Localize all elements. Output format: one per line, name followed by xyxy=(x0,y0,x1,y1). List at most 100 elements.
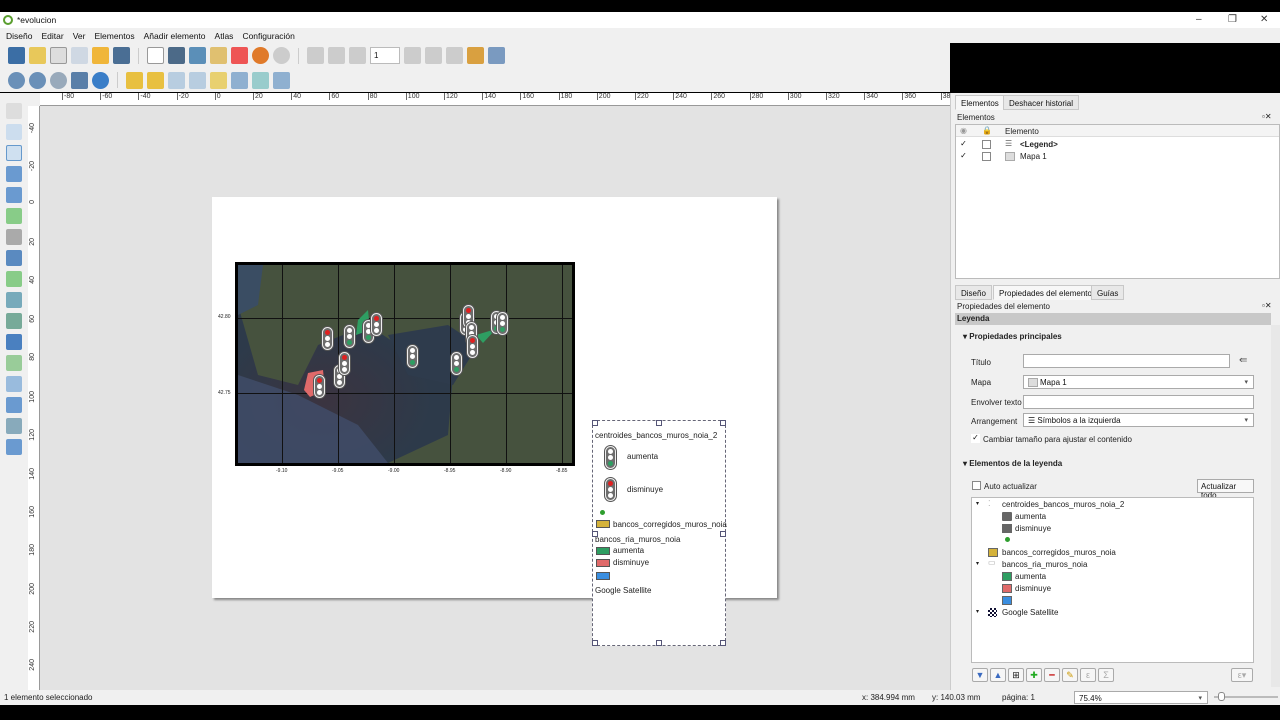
layout-manager-icon[interactable] xyxy=(71,47,88,64)
resize-handle[interactable] xyxy=(592,420,598,426)
menu-diseno[interactable]: Diseño xyxy=(6,31,32,41)
resize-checkbox[interactable]: ✓ xyxy=(971,434,980,443)
menu-configuracion[interactable]: Configuración xyxy=(242,31,294,41)
group-icon[interactable] xyxy=(168,71,185,89)
lock-checkbox[interactable] xyxy=(982,140,991,149)
legend-items-header[interactable]: ▾ Elementos de la leyenda xyxy=(963,459,1062,468)
last-feature-icon[interactable] xyxy=(425,47,442,64)
zoom-out-icon[interactable] xyxy=(29,71,46,89)
expression-button[interactable]: ε xyxy=(1080,668,1096,682)
open-folder-icon[interactable] xyxy=(92,47,109,64)
count-button[interactable]: Σ xyxy=(1098,668,1114,682)
add-scalebar-icon[interactable] xyxy=(6,313,22,329)
restore-button[interactable]: ❐ xyxy=(1228,14,1237,25)
save-icon[interactable] xyxy=(8,47,25,64)
resize-handle[interactable] xyxy=(592,640,598,646)
expand-arrow[interactable]: ▾ xyxy=(976,608,979,615)
auto-update-checkbox[interactable] xyxy=(972,481,981,490)
vertical-ruler[interactable]: -40 -20 0 20 40 60 80 100 120 140 160 180 200 220 240 xyxy=(28,106,40,690)
add-label-icon[interactable] xyxy=(6,271,22,287)
wrap-input[interactable] xyxy=(1023,395,1254,409)
tree-layer[interactable]: Google Satellite xyxy=(1002,608,1058,617)
item-legend[interactable]: <Legend> xyxy=(1020,140,1058,149)
lock-items-icon[interactable] xyxy=(126,71,143,89)
redo-icon[interactable] xyxy=(273,47,290,64)
zoom-in-icon[interactable] xyxy=(8,71,25,89)
next-feature-icon[interactable] xyxy=(404,47,421,64)
add-picture-icon[interactable] xyxy=(6,250,22,266)
legend-tree[interactable]: ▾ ⁚ centroides_bancos_muros_noia_2 aumen… xyxy=(971,497,1254,663)
horizontal-ruler[interactable]: -80 -60 -40 -20 0 20 40 60 80 100 120 140 160 180 200 2… xyxy=(40,93,950,106)
visible-checkbox[interactable]: ✓ xyxy=(959,152,968,161)
filter-button[interactable]: ε▾ xyxy=(1231,668,1253,682)
tree-item[interactable]: aumenta xyxy=(1015,572,1046,581)
export-svg-icon[interactable] xyxy=(210,47,227,64)
menu-elementos[interactable]: Elementos xyxy=(94,31,134,41)
resize-handle[interactable] xyxy=(720,640,726,646)
move-content-icon[interactable] xyxy=(6,166,22,182)
export-image-icon[interactable] xyxy=(189,47,206,64)
tab-guias[interactable]: Guías xyxy=(1091,285,1125,300)
minimize-button[interactable]: – xyxy=(1196,14,1202,25)
add-shape-icon[interactable] xyxy=(6,355,22,371)
lock-checkbox[interactable] xyxy=(982,152,991,161)
add-group-button[interactable]: ⊞ xyxy=(1008,668,1024,682)
zoom-slider-handle[interactable] xyxy=(1218,692,1225,701)
move-up-button[interactable]: ▲ xyxy=(990,668,1006,682)
atlas-preview-icon[interactable] xyxy=(307,47,324,64)
item-mapa-1[interactable]: Mapa 1 xyxy=(1020,152,1047,161)
first-feature-icon[interactable] xyxy=(328,47,345,64)
menu-anadir-elemento[interactable]: Añadir elemento xyxy=(144,31,206,41)
print-atlas-icon[interactable] xyxy=(446,47,463,64)
tree-item[interactable]: disminuye xyxy=(1015,584,1051,593)
tab-diseno[interactable]: Diseño xyxy=(955,285,992,300)
add-table-icon[interactable] xyxy=(6,439,22,455)
add-item-button[interactable]: ✚ xyxy=(1026,668,1042,682)
tree-layer[interactable]: bancos_ria_muros_noia xyxy=(1002,560,1087,569)
tab-deshacer-historial[interactable]: Deshacer historial xyxy=(1003,95,1080,110)
main-props-header[interactable]: ▾ Propiedades principales xyxy=(963,332,1062,341)
resize-handle[interactable] xyxy=(656,640,662,646)
update-all-button[interactable]: Actualizar todo xyxy=(1197,479,1254,500)
close-button[interactable]: ✕ xyxy=(1260,14,1268,25)
add-legend-icon[interactable] xyxy=(6,292,22,308)
add-html-icon[interactable] xyxy=(6,418,22,434)
add-arrow-icon[interactable] xyxy=(6,376,22,392)
select-tool-icon[interactable] xyxy=(6,145,22,161)
add-polygon-icon[interactable] xyxy=(6,397,22,413)
export-atlas-icon[interactable] xyxy=(467,47,484,64)
mapa-select[interactable]: Mapa 1 ▾ xyxy=(1023,375,1254,389)
move-down-button[interactable]: ▼ xyxy=(972,668,988,682)
atlas-settings-icon[interactable] xyxy=(488,47,505,64)
edit-nodes-icon[interactable] xyxy=(6,187,22,203)
resize-handle[interactable] xyxy=(656,420,662,426)
add-3d-map-icon[interactable] xyxy=(6,229,22,245)
raise-icon[interactable] xyxy=(210,71,227,89)
refresh-icon[interactable] xyxy=(92,71,109,89)
export-pdf-icon[interactable] xyxy=(231,47,248,64)
tree-layer[interactable]: centroides_bancos_muros_noia_2 xyxy=(1002,500,1124,509)
tree-item[interactable]: disminuye xyxy=(1015,524,1051,533)
zoom-tool-icon[interactable] xyxy=(6,124,22,140)
align-icon[interactable] xyxy=(231,71,248,89)
menu-ver[interactable]: Ver xyxy=(73,31,86,41)
resize-icon[interactable] xyxy=(273,71,290,89)
float-close-icons[interactable]: ▫✕ xyxy=(1262,301,1272,310)
print-icon[interactable] xyxy=(168,47,185,64)
arrangement-select[interactable]: ☰ Símbolos a la izquierda ▾ xyxy=(1023,413,1254,427)
undo-icon[interactable] xyxy=(252,47,269,64)
add-north-arrow-icon[interactable] xyxy=(6,334,22,350)
expand-arrow[interactable]: ▾ xyxy=(976,500,979,507)
unlock-items-icon[interactable] xyxy=(147,71,164,89)
resize-handle[interactable] xyxy=(592,531,598,537)
tree-layer[interactable]: bancos_corregidos_muros_noia xyxy=(1002,548,1116,557)
float-close-icons[interactable]: ▫✕ xyxy=(1262,112,1272,121)
add-page-icon[interactable] xyxy=(147,47,164,64)
zoom-combo[interactable]: 75.4% ▾ xyxy=(1074,691,1208,704)
expression-icon[interactable]: ⇚ xyxy=(1239,355,1247,366)
visible-checkbox[interactable]: ✓ xyxy=(959,140,968,149)
tab-propiedades-elemento[interactable]: Propiedades del elemento xyxy=(993,285,1098,300)
add-map-icon[interactable] xyxy=(6,208,22,224)
tab-elementos[interactable]: Elementos xyxy=(955,95,1005,110)
map-item[interactable] xyxy=(235,262,575,466)
